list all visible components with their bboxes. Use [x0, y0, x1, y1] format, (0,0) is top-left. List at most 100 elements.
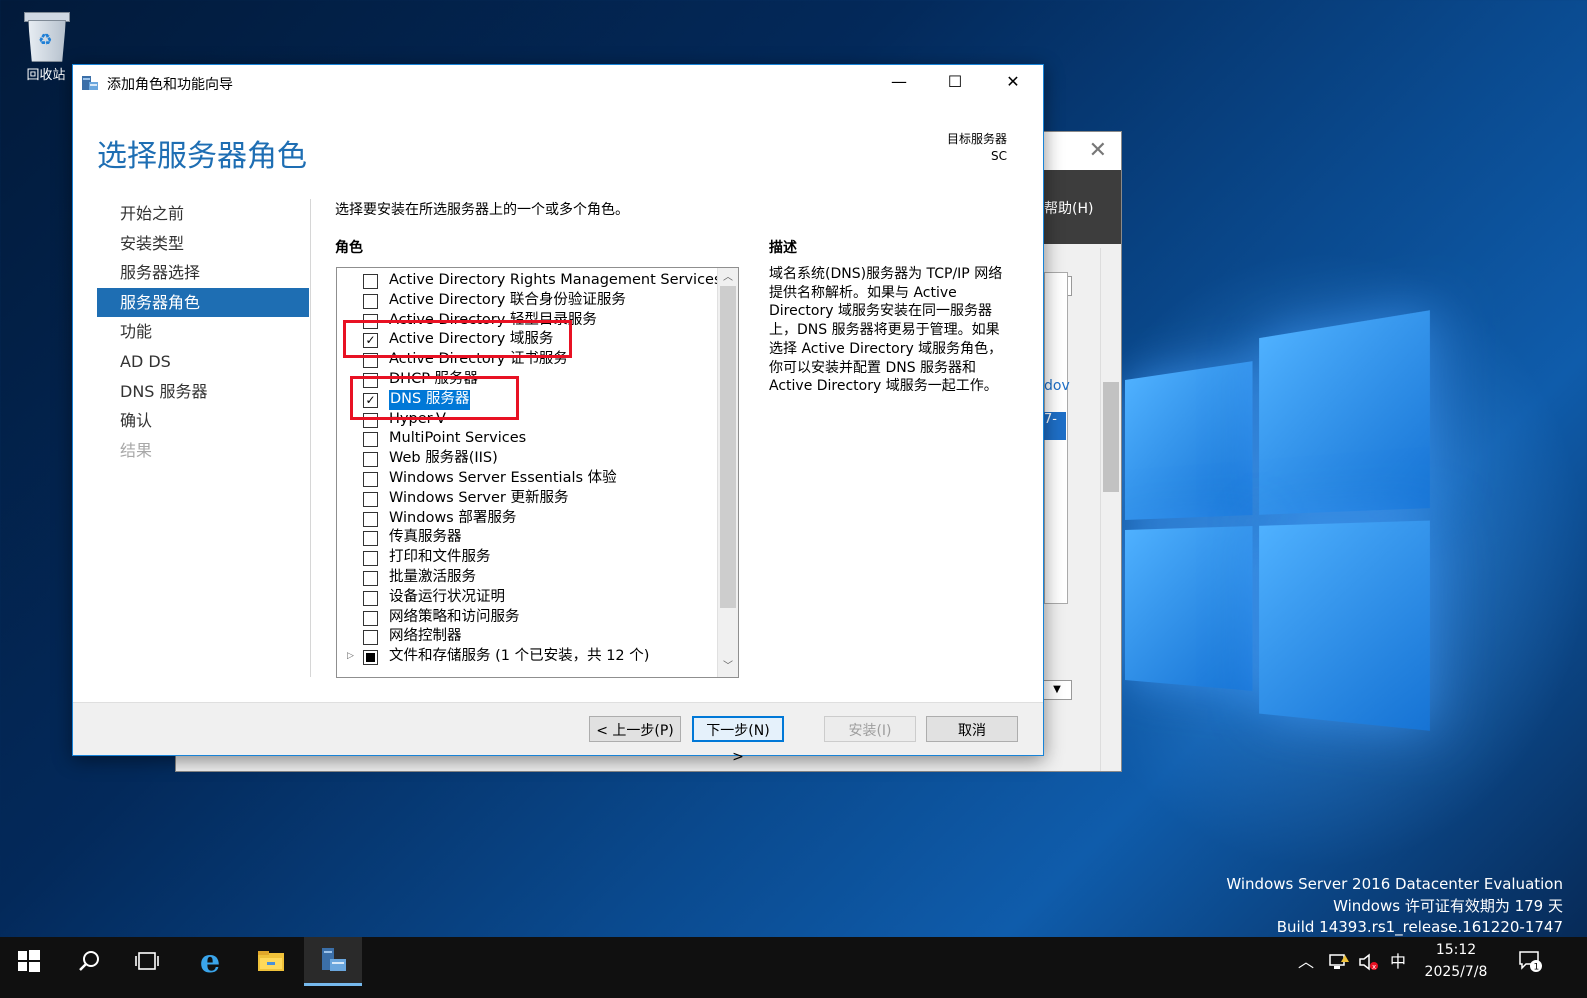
expand-icon[interactable]: ▷ — [347, 651, 354, 661]
role-checkbox[interactable] — [363, 650, 378, 665]
role-checkbox[interactable] — [363, 571, 378, 586]
role-row[interactable]: 网络策略和访问服务 — [337, 608, 717, 628]
background-scrollbar[interactable] — [1100, 248, 1121, 771]
chevron-up-icon[interactable]: ︿ — [1298, 937, 1314, 986]
role-label: 设备运行状况证明 — [389, 588, 505, 608]
roles-header: 角色 — [335, 237, 363, 257]
nav-item-installation-type[interactable]: 安装类型 — [97, 229, 309, 259]
role-row[interactable]: Active Directory 联合身份验证服务 — [337, 291, 717, 311]
scrollbar-thumb[interactable] — [720, 286, 736, 608]
minimize-button[interactable]: — — [871, 65, 927, 101]
search-icon — [78, 950, 100, 972]
system-clock[interactable]: 15:12 2025/7/8 — [1414, 939, 1498, 983]
roles-scrollbar[interactable]: ︿ ﹀ — [717, 268, 738, 677]
server-manager-icon — [81, 74, 99, 92]
previous-button[interactable]: < 上一步(P) — [589, 716, 681, 742]
role-label: 打印和文件服务 — [389, 548, 491, 568]
role-label: 传真服务器 — [389, 528, 462, 548]
role-row[interactable]: 批量激活服务 — [337, 568, 717, 588]
add-roles-wizard: 添加角色和功能向导 — ☐ ✕ 选择服务器角色 目标服务器 SC 开始之前 安装… — [72, 64, 1044, 756]
scroll-down-icon[interactable]: ﹀ — [718, 659, 738, 675]
role-checkbox[interactable] — [363, 472, 378, 487]
internet-explorer-button[interactable]: e — [181, 937, 239, 986]
dialog-title: 添加角色和功能向导 — [107, 74, 233, 94]
role-row[interactable]: Web 服务器(IIS) — [337, 449, 717, 469]
server-manager-taskbar-button[interactable] — [304, 937, 362, 986]
watermark-line-license: Windows 许可证有效期为 179 天 — [1226, 896, 1563, 918]
start-button[interactable] — [0, 937, 58, 986]
role-label: Active Directory Rights Management Servi… — [389, 271, 722, 291]
highlight-box-ad-ds — [343, 320, 572, 358]
maximize-button[interactable]: ☐ — [927, 65, 983, 101]
role-label: Windows Server 更新服务 — [389, 489, 569, 509]
target-server-label: 目标服务器 — [947, 131, 1007, 148]
nav-item-server-selection[interactable]: 服务器选择 — [97, 258, 309, 288]
role-row[interactable]: Windows Server Essentials 体验 — [337, 469, 717, 489]
role-row[interactable]: 传真服务器 — [337, 528, 717, 548]
target-server-value: SC — [947, 148, 1007, 165]
role-row[interactable]: Windows Server 更新服务 — [337, 489, 717, 509]
role-checkbox[interactable] — [363, 531, 378, 546]
role-label: 网络策略和访问服务 — [389, 608, 520, 628]
role-label: Windows Server Essentials 体验 — [389, 469, 617, 489]
role-row[interactable]: 设备运行状况证明 — [337, 588, 717, 608]
nav-item-confirmation[interactable]: 确认 — [97, 406, 309, 436]
nav-item-before-you-begin[interactable]: 开始之前 — [97, 199, 309, 229]
role-row[interactable]: 打印和文件服务 — [337, 548, 717, 568]
role-row[interactable]: ▷ 文件和存储服务 (1 个已安装，共 12 个) — [337, 647, 717, 667]
role-checkbox[interactable] — [363, 452, 378, 467]
role-checkbox[interactable] — [363, 551, 378, 566]
background-selected-fragment: 7- — [1044, 412, 1066, 440]
server-manager-icon — [318, 947, 348, 973]
network-warning-icon[interactable] — [1328, 937, 1350, 986]
role-checkbox[interactable] — [363, 294, 378, 309]
nav-item-results: 结果 — [97, 436, 309, 466]
nav-item-ad-ds[interactable]: AD DS — [97, 347, 309, 377]
ime-indicator[interactable]: 中 — [1390, 937, 1406, 986]
volume-muted-icon[interactable]: x — [1358, 937, 1380, 986]
recycle-bin[interactable]: ♻ 回收站 — [14, 8, 78, 83]
role-row[interactable]: MultiPoint Services — [337, 429, 717, 449]
recycle-bin-icon: ♻ — [24, 8, 68, 60]
file-explorer-button[interactable] — [242, 937, 300, 986]
search-button[interactable] — [60, 937, 118, 986]
next-button[interactable]: 下一步(N) > — [692, 716, 784, 742]
role-label: Windows 部署服务 — [389, 509, 516, 529]
nav-item-server-roles[interactable]: 服务器角色 — [97, 288, 309, 318]
scroll-up-icon[interactable]: ︿ — [718, 270, 738, 286]
dialog-titlebar: 添加角色和功能向导 — ☐ ✕ — [73, 65, 1043, 101]
role-checkbox[interactable] — [363, 591, 378, 606]
role-row[interactable]: Windows 部署服务 — [337, 509, 717, 529]
description-header: 描述 — [769, 237, 797, 257]
recycle-bin-label: 回收站 — [26, 68, 65, 83]
role-checkbox[interactable] — [363, 630, 378, 645]
role-label: MultiPoint Services — [389, 429, 526, 449]
svg-text:1: 1 — [1534, 963, 1540, 973]
nav-item-dns-server[interactable]: DNS 服务器 — [97, 377, 309, 407]
role-checkbox[interactable] — [363, 512, 378, 527]
ie-icon: e — [200, 942, 220, 980]
cancel-button[interactable]: 取消 — [926, 716, 1018, 742]
chevron-down-icon[interactable]: ▼ — [1042, 680, 1072, 700]
role-label: 文件和存储服务 (1 个已安装，共 12 个) — [389, 647, 649, 667]
windows-watermark: Windows Server 2016 Datacenter Evaluatio… — [1226, 874, 1563, 939]
task-view-button[interactable] — [118, 937, 176, 986]
role-checkbox[interactable] — [363, 611, 378, 626]
instruction-text: 选择要安装在所选服务器上的一个或多个角色。 — [335, 199, 629, 219]
role-label: Web 服务器(IIS) — [389, 449, 498, 469]
role-row[interactable]: 网络控制器 — [337, 627, 717, 647]
install-button: 安装(I) — [824, 716, 916, 742]
role-row[interactable]: Active Directory Rights Management Servi… — [337, 271, 717, 291]
background-link-fragment[interactable]: dov — [1044, 378, 1070, 394]
role-checkbox[interactable] — [363, 492, 378, 507]
nav-item-features[interactable]: 功能 — [97, 317, 309, 347]
wizard-nav: 开始之前 安装类型 服务器选择 服务器角色 功能 AD DS DNS 服务器 确… — [97, 199, 309, 465]
action-center-icon[interactable]: 1 — [1518, 937, 1542, 986]
role-checkbox[interactable] — [363, 274, 378, 289]
close-button[interactable]: ✕ — [985, 65, 1041, 101]
role-checkbox[interactable] — [363, 432, 378, 447]
menu-help[interactable]: 帮助(H) — [1044, 198, 1093, 218]
role-label: 批量激活服务 — [389, 568, 476, 588]
windows-logo-wallpaper — [1125, 308, 1441, 831]
close-icon[interactable]: ✕ — [1089, 138, 1107, 163]
